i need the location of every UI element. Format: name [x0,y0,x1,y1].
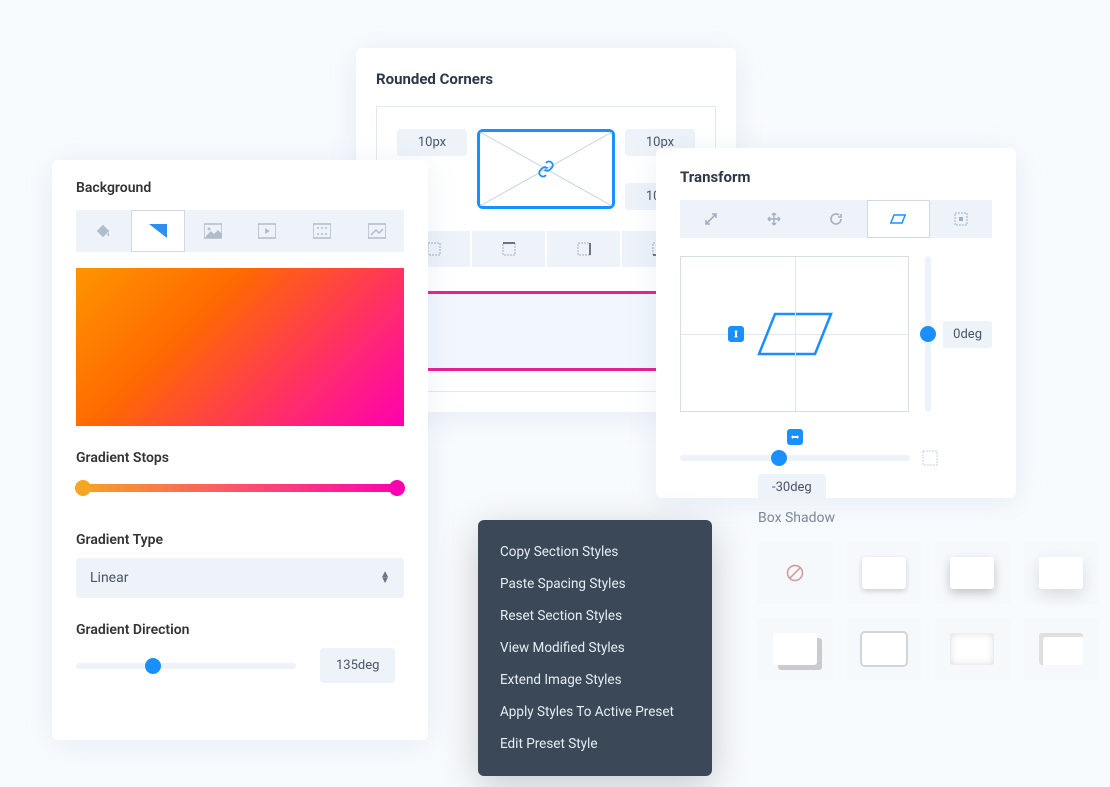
transform-horizontal-value[interactable]: -30deg [758,474,826,501]
background-video-tab[interactable] [240,210,295,252]
transform-horizontal-slider[interactable] [680,455,910,461]
context-menu: Copy Section Styles Paste Spacing Styles… [478,520,712,776]
background-gradient-tab[interactable] [131,210,186,252]
no-shadow-icon [785,563,805,583]
paint-bucket-icon [94,223,112,239]
transform-translate-tab[interactable] [742,200,804,238]
gradient-stop-handle-1[interactable] [75,480,91,496]
box-shadow-preset-5[interactable] [847,618,922,680]
box-shadow-panel: Box Shadow [758,510,1098,680]
background-panel: Background Gradient Stops Gradient Type … [52,160,428,740]
gradient-type-label: Gradient Type [76,532,404,548]
ctx-extend-image[interactable]: Extend Image Styles [478,664,712,696]
gradient-stops-slider[interactable] [76,484,404,492]
transform-vertical-value[interactable]: 0deg [943,321,992,348]
link-icon [537,160,555,178]
gradient-stops-label: Gradient Stops [76,450,404,466]
skew-x-handle[interactable] [787,429,803,445]
skew-preview-shape [755,310,835,358]
corner-top-left-input[interactable]: 10px [397,129,467,156]
rounded-corners-title: Rounded Corners [376,70,716,88]
border-right-tab[interactable] [547,231,620,267]
border-top-tab[interactable] [472,231,545,267]
background-type-tabs [76,210,404,252]
ctx-copy-styles[interactable]: Copy Section Styles [478,536,712,568]
box-shadow-preset-7[interactable] [1024,618,1099,680]
chevron-updown-icon: ▲▼ [380,572,390,584]
transform-vertical-slider[interactable] [925,256,931,412]
image-icon [204,223,222,239]
box-shadow-preset-3[interactable] [1024,542,1099,604]
ctx-edit-preset[interactable]: Edit Preset Style [478,728,712,760]
transform-skew-tab[interactable] [867,200,929,238]
ctx-reset-styles[interactable]: Reset Section Styles [478,600,712,632]
transform-panel: Transform 0deg -30deg [656,148,1016,498]
background-mask-tab[interactable] [349,210,404,252]
video-icon [258,223,276,239]
background-color-tab[interactable] [76,210,131,252]
gradient-preview[interactable] [76,268,404,426]
box-shadow-title: Box Shadow [758,510,1098,526]
box-shadow-preset-6[interactable] [935,618,1010,680]
border-preview [397,291,695,371]
background-pattern-tab[interactable] [295,210,350,252]
transform-origin-tab[interactable] [930,200,992,238]
gradient-stop-handle-2[interactable] [389,480,405,496]
box-shadow-preset-2[interactable] [935,542,1010,604]
box-shadow-preset-1[interactable] [847,542,922,604]
skew-y-handle[interactable] [728,326,744,342]
ctx-apply-preset[interactable]: Apply Styles To Active Preset [478,696,712,728]
border-side-tabs [397,231,695,267]
ctx-view-modified[interactable]: View Modified Styles [478,632,712,664]
gradient-direction-input[interactable]: 135deg [320,648,395,683]
transform-title: Transform [680,168,992,186]
transform-reset-icon[interactable] [922,450,938,466]
gradient-icon [149,223,167,239]
mask-icon [368,223,386,239]
gradient-type-value: Linear [90,570,128,586]
gradient-direction-slider[interactable] [76,663,296,669]
background-title: Background [76,180,404,196]
background-image-tab[interactable] [185,210,240,252]
box-shadow-preset-4[interactable] [758,618,833,680]
pattern-icon [313,223,331,239]
box-shadow-none[interactable] [758,542,833,604]
corner-link-toggle[interactable] [477,129,615,209]
transform-canvas[interactable] [680,256,909,412]
ctx-paste-spacing[interactable]: Paste Spacing Styles [478,568,712,600]
transform-scale-tab[interactable] [680,200,742,238]
transform-rotate-tab[interactable] [805,200,867,238]
gradient-direction-label: Gradient Direction [76,622,404,638]
gradient-type-select[interactable]: Linear ▲▼ [76,558,404,598]
